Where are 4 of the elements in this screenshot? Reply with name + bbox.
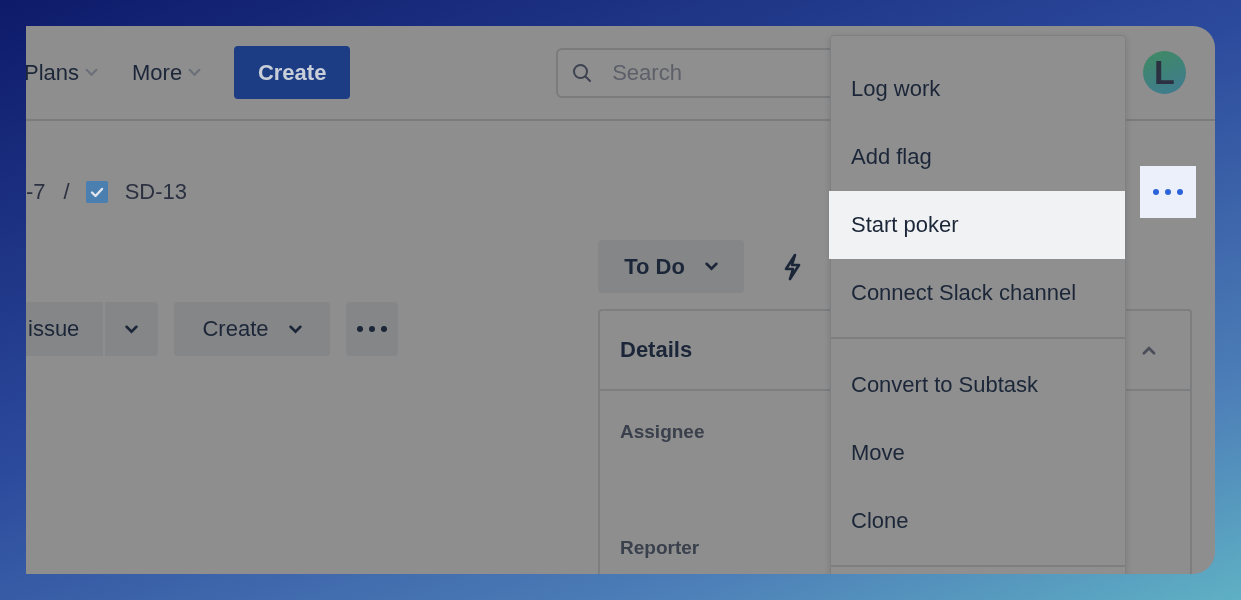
field-label: Reporter bbox=[620, 537, 700, 559]
field-label: Assignee bbox=[620, 421, 705, 443]
breadcrumb-separator: / bbox=[63, 179, 70, 205]
panel-title: Details bbox=[620, 337, 693, 363]
